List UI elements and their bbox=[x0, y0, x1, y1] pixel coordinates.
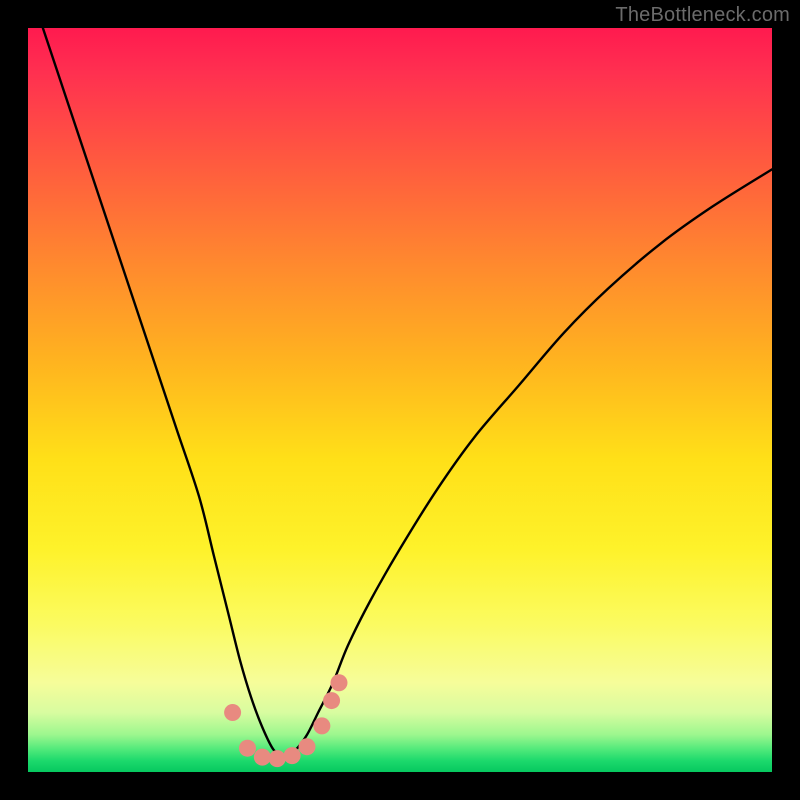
curve-marker bbox=[224, 704, 241, 721]
outer-frame: TheBottleneck.com bbox=[0, 0, 800, 800]
curve-marker bbox=[239, 740, 256, 757]
watermark-text: TheBottleneck.com bbox=[615, 4, 790, 27]
bottleneck-curve bbox=[43, 28, 772, 757]
curve-marker bbox=[269, 750, 286, 767]
curve-marker bbox=[284, 747, 301, 764]
curve-marker bbox=[313, 717, 330, 734]
curve-layer bbox=[28, 28, 772, 772]
curve-marker bbox=[299, 738, 316, 755]
plot-area bbox=[28, 28, 772, 772]
marker-group bbox=[224, 674, 347, 767]
curve-marker bbox=[254, 749, 271, 766]
curve-marker bbox=[330, 674, 347, 691]
curve-marker bbox=[323, 692, 340, 709]
